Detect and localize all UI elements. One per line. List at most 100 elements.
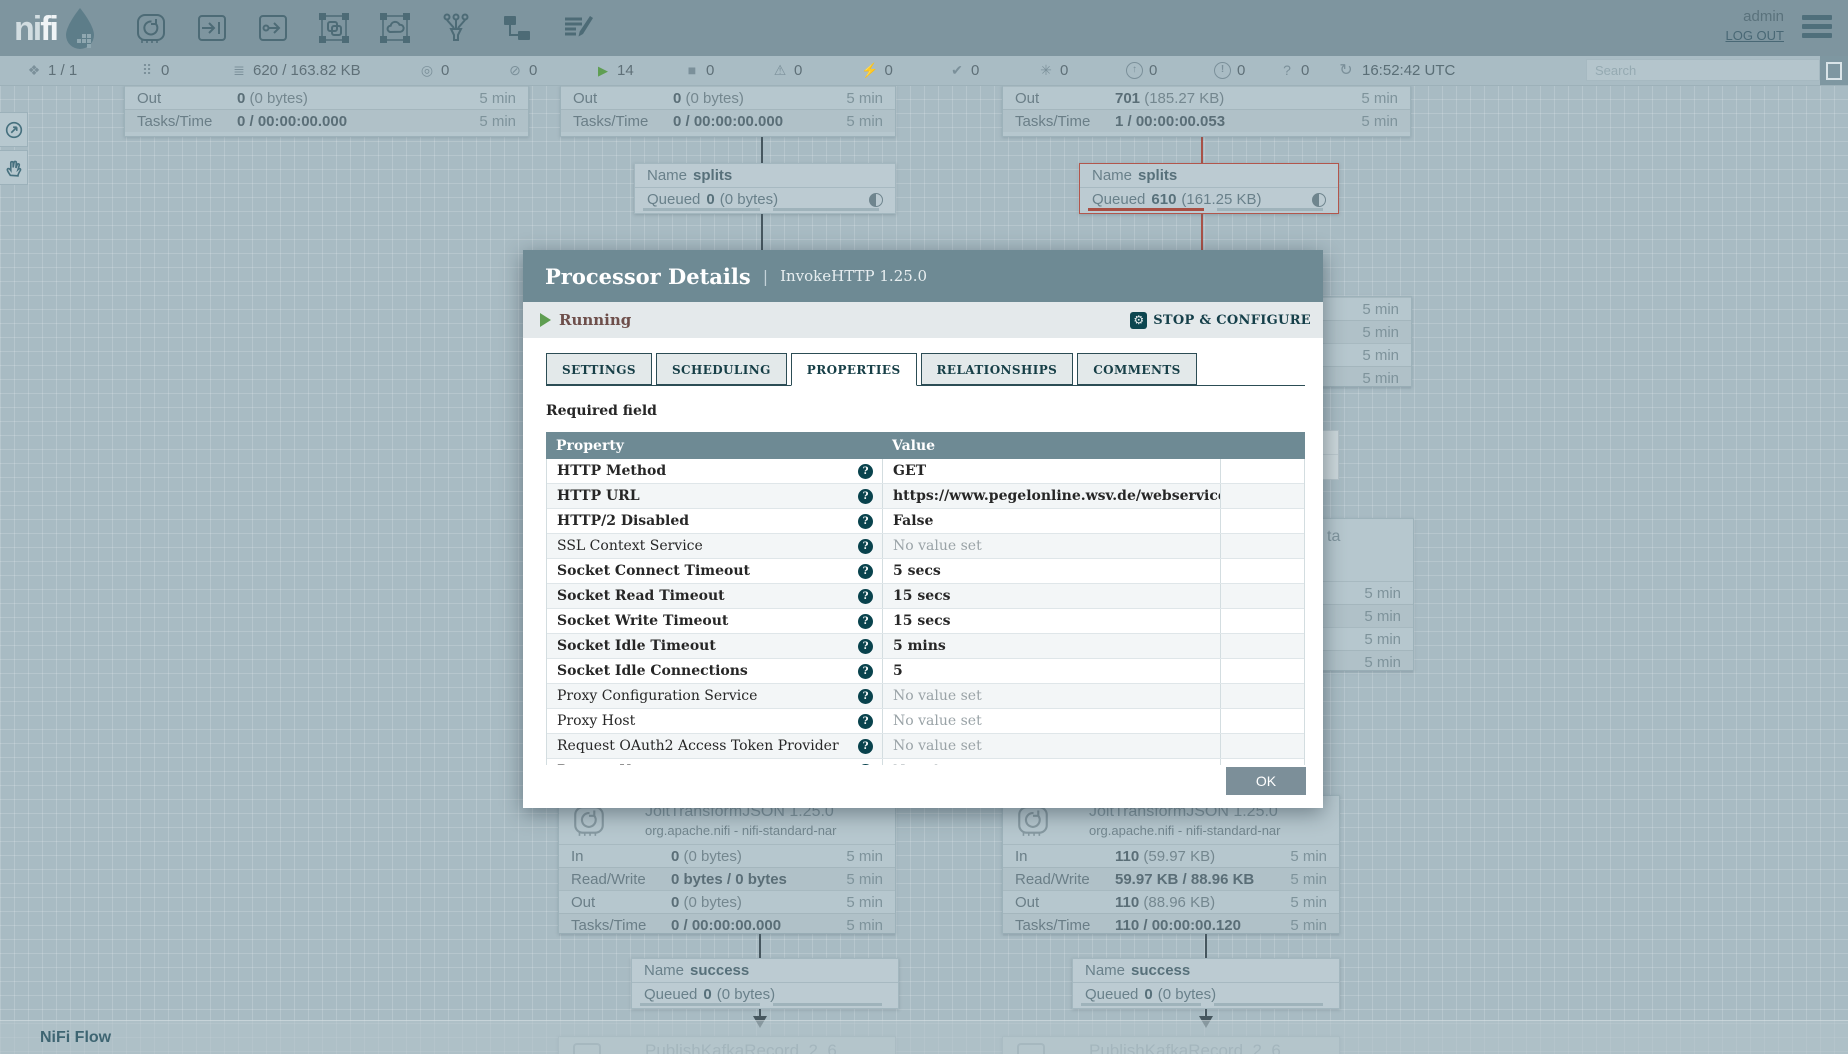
property-name: Socket Write Timeout <box>557 613 728 629</box>
connection-name-label: Name <box>647 167 687 184</box>
processor-jolttransformjson[interactable]: JoltTransformJSON 1.25.0 org.apache.nifi… <box>1002 795 1340 934</box>
processor-jolttransformjson[interactable]: JoltTransformJSON 1.25.0 org.apache.nifi… <box>558 795 896 934</box>
output-port-icon[interactable] <box>256 11 290 45</box>
stop-and-configure-button[interactable]: STOP & CONFIGURE <box>1130 312 1311 329</box>
tab-scheduling[interactable]: SCHEDULING <box>656 353 787 385</box>
help-icon[interactable]: ? <box>858 639 873 654</box>
property-name-cell: Request OAuth2 Access Token Provider? <box>547 734 883 758</box>
help-icon[interactable]: ? <box>858 489 873 504</box>
ok-button[interactable]: OK <box>1226 767 1306 795</box>
stat-label: In <box>1003 848 1115 865</box>
tab-settings[interactable]: SETTINGS <box>546 353 652 385</box>
property-name-cell: Socket Write Timeout? <box>547 609 883 633</box>
property-value: 15 secs <box>883 584 1221 608</box>
input-port-icon[interactable] <box>195 11 229 45</box>
help-icon[interactable]: ? <box>858 514 873 529</box>
refresh-icon[interactable] <box>1338 56 1354 85</box>
help-icon[interactable]: ? <box>858 464 873 479</box>
canvas-element-fragment <box>1322 430 1339 480</box>
property-empty-cell <box>1221 759 1305 765</box>
nifi-logo[interactable]: nifi <box>14 5 103 53</box>
stat-label: Tasks/Time <box>559 917 671 934</box>
queued-size: (0 bytes) <box>1158 986 1216 1003</box>
help-icon[interactable]: ? <box>858 539 873 554</box>
connection-label-success[interactable]: NamesuccessQueued0(0 bytes) <box>1072 958 1340 1009</box>
stale-icon: ↑ <box>1126 62 1143 79</box>
help-icon[interactable]: ? <box>858 589 873 604</box>
navigate-palette-button[interactable] <box>0 112 28 147</box>
help-icon[interactable]: ? <box>858 764 873 766</box>
property-value: https://www.pegelonline.wsv.de/webservic… <box>883 484 1221 508</box>
stat-value: 110 (88.96 KB) <box>1115 894 1215 911</box>
properties-table-body[interactable]: HTTP Method?GETHTTP URL?https://www.pege… <box>546 459 1305 765</box>
running-icon: ▶ <box>595 56 611 85</box>
stat-period: 5 min <box>846 894 895 911</box>
label-icon[interactable] <box>561 11 595 45</box>
status-item-queued: ≣620 / 163.82 KB <box>231 56 361 85</box>
processor-box-fragment[interactable]: Out701 (185.27 KB)5 minTasks/Time1 / 00:… <box>1002 85 1411 137</box>
status-item-threads: ⠿0 <box>139 56 169 85</box>
processor-box-fragment[interactable]: Out0 (0 bytes)5 minTasks/Time0 / 00:00:0… <box>560 85 896 137</box>
status-item-up-to-date: ✔0 <box>949 56 979 85</box>
property-name: Request OAuth2 Access Token Provider <box>557 738 839 754</box>
connection-label-splits[interactable]: NamesplitsQueued0(0 bytes) <box>634 163 896 214</box>
help-icon[interactable]: ? <box>858 564 873 579</box>
stat-period: 5 min <box>479 90 528 107</box>
stat-row: Out0 (0 bytes)5 min <box>125 86 528 109</box>
template-icon[interactable] <box>500 11 534 45</box>
processor-type-version: InvokeHTTP 1.25.0 <box>780 267 927 285</box>
property-row: SSL Context Service?No value set <box>547 534 1304 559</box>
property-row: Socket Idle Connections?5 <box>547 659 1304 684</box>
property-name: HTTP URL <box>557 488 640 504</box>
dialog-header: Processor Details | InvokeHTTP 1.25.0 <box>523 250 1323 302</box>
tab-comments[interactable]: COMMENTS <box>1077 353 1196 385</box>
property-name-cell: SSL Context Service? <box>547 534 883 558</box>
tab-relationships[interactable]: RELATIONSHIPS <box>921 353 1074 385</box>
help-icon[interactable]: ? <box>858 614 873 629</box>
stat-period: 5 min <box>1362 324 1411 341</box>
search-settings-button[interactable] <box>1820 56 1848 85</box>
connection-label-splits-backpressure[interactable]: NamesplitsQueued610(161.25 KB) <box>1079 163 1339 214</box>
remote-process-group-icon[interactable] <box>378 11 412 45</box>
flow-status-bar: ❖1 / 1⠿0≣620 / 163.82 KB◎0⊘0▶14■0⚠0⚡0✔0✳… <box>0 56 1848 86</box>
help-icon[interactable]: ? <box>858 664 873 679</box>
property-row: HTTP/2 Disabled?False <box>547 509 1304 534</box>
connection-label-success[interactable]: NamesuccessQueued0(0 bytes) <box>631 958 899 1009</box>
processor-title-fragment: ta <box>1327 528 1340 546</box>
help-icon[interactable]: ? <box>858 739 873 754</box>
property-value: No value set <box>883 759 1221 765</box>
process-group-icon[interactable] <box>317 11 351 45</box>
status-count-not-transmitting: 0 <box>529 62 537 79</box>
required-field-note: Required field <box>546 403 1305 419</box>
status-item-stale: ↑0 <box>1126 56 1157 85</box>
status-count-queued: 620 / 163.82 KB <box>253 62 361 79</box>
property-value: No value set <box>883 709 1221 733</box>
status-count-disabled: 0 <box>884 62 892 79</box>
stat-value: 0 (0 bytes) <box>671 848 742 865</box>
search-input[interactable] <box>1586 59 1820 81</box>
stat-row: Out0 (0 bytes)5 min <box>559 890 895 913</box>
processor-icon[interactable] <box>134 11 168 45</box>
processor-box-fragment[interactable]: Out0 (0 bytes)5 minTasks/Time0 / 00:00:0… <box>124 85 529 137</box>
queue-fill-bar <box>773 208 880 211</box>
tab-properties[interactable]: PROPERTIES <box>791 353 917 386</box>
user-block: admin LOG OUT <box>1725 8 1784 43</box>
global-menu-icon[interactable] <box>1802 15 1832 42</box>
help-icon[interactable]: ? <box>858 689 873 704</box>
locally-modified-stale-icon: ! <box>1214 62 1231 79</box>
property-row: HTTP URL? https://www.pegelonline.wsv.de/… <box>547 484 1304 509</box>
funnel-icon[interactable] <box>439 11 473 45</box>
processor-details-dialog: Processor Details | InvokeHTTP 1.25.0 Ru… <box>523 250 1323 808</box>
stat-row: Read/Write0 bytes / 0 bytes5 min <box>559 867 895 890</box>
refresh-status[interactable]: 16:52:42 UTC <box>1338 56 1455 85</box>
stop-configure-gear-icon <box>1130 312 1147 329</box>
help-icon[interactable]: ? <box>858 714 873 729</box>
property-name: Proxy Host <box>557 713 635 729</box>
status-count-cluster: 1 / 1 <box>48 62 77 79</box>
stat-period: 5 min <box>846 917 895 934</box>
breadcrumb[interactable]: NiFi Flow <box>40 1021 111 1054</box>
stat-period: 5 min <box>1290 848 1339 865</box>
operate-palette-button[interactable] <box>0 150 28 185</box>
logout-link[interactable]: LOG OUT <box>1725 28 1784 43</box>
connection-name-row: Namesplits <box>1080 164 1338 188</box>
